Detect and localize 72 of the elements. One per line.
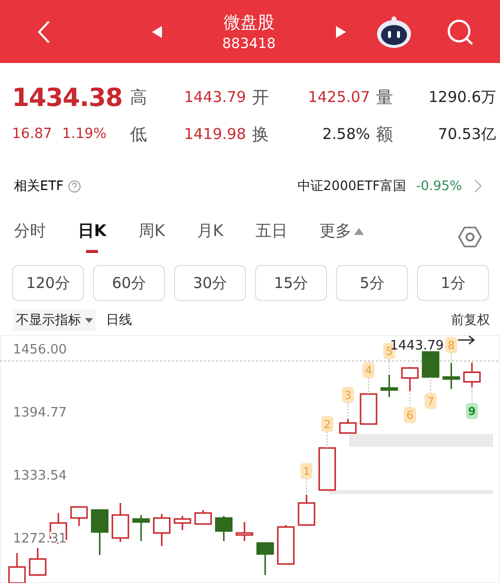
stat-value: 2.58% [321,125,370,143]
falling-candle [380,375,398,397]
chart-tab[interactable]: 分时 [14,221,46,253]
current-price: 1434.38 [12,82,124,112]
rising-candle [194,510,212,525]
etf-label: 相关ETF [14,178,64,195]
stock-name: 微盘股 [224,12,274,34]
next-icon[interactable] [336,26,346,38]
period-button[interactable]: 15分 [255,265,327,301]
robot-icon[interactable] [376,14,412,48]
rising-candle [463,362,481,388]
rising-candle [112,503,130,542]
stat-label: 开 [252,86,270,108]
rising-candle [174,516,192,530]
etf-name: 中证2000ETF富国 [297,178,406,195]
stat-label: 换 [252,124,270,146]
axis-label: 1333.54 [13,468,67,484]
period-button[interactable]: 120分 [12,265,84,301]
rising-candle [8,553,26,583]
falling-candle [256,542,274,575]
rising-candle [401,367,419,391]
falling-candle [90,509,108,555]
axis-label: 1394.77 [13,406,67,421]
rising-candle [153,514,170,546]
stat-value: 1425.07 [306,88,370,106]
help-icon[interactable] [68,180,81,192]
period-button[interactable]: 5分 [336,265,408,301]
chart-tab[interactable]: 日K [78,221,106,253]
stat-value: 1290.6万 [428,88,496,106]
chart-tab[interactable]: 月K [196,221,224,253]
chart-tab[interactable]: 周K [138,221,165,253]
etf-change: -0.95% [416,178,462,194]
chart-tab[interactable]: 更多 [319,221,364,253]
stat-value: 1443.79 [182,88,246,106]
stat-label: 高 [130,86,148,108]
rising-candle [339,419,357,434]
settings-icon[interactable] [458,225,482,249]
stat-value: 70.53亿 [437,124,496,144]
daily-line-label: 日线 [106,312,132,329]
rising-candle [70,506,88,526]
falling-candle [442,363,460,389]
falling-candle [132,515,150,541]
etf-row[interactable]: 相关ETF 中证2000ETF富国 -0.95% [0,167,500,205]
stat-label: 额 [376,124,394,146]
caret-icon [85,318,93,322]
stat-value: 1419.98 [182,125,246,143]
rising-candle [277,525,295,565]
stock-code: 883418 [222,36,276,52]
stat-label: 量 [376,86,394,108]
axis-label: 1456.00 [13,342,67,358]
search-icon[interactable] [446,18,474,46]
period-button[interactable]: 30分 [174,265,246,301]
chevron-right-icon[interactable] [474,179,482,193]
chart-tab[interactable]: 五日 [255,221,288,253]
back-icon[interactable] [36,18,52,44]
stat-label: 低 [130,124,148,146]
price-change: 16.87 [12,126,52,142]
period-button[interactable]: 60分 [93,265,165,301]
period-button[interactable]: 1分 [417,265,489,301]
rising-candle [360,393,378,425]
falling-candle [422,351,440,378]
adjustment-button[interactable]: 前复权 [451,311,490,329]
percent-change: 1.19% [62,126,107,142]
rising-candle [236,522,254,541]
caret-icon [354,228,364,235]
rising-candle [28,548,46,576]
rising-candle [318,447,336,491]
rising-candle [298,495,316,526]
arrow-icon [457,335,475,345]
indicator-dropdown[interactable]: 不显示指标 [13,309,96,331]
falling-candle [215,516,233,541]
previous-icon[interactable] [152,26,162,38]
